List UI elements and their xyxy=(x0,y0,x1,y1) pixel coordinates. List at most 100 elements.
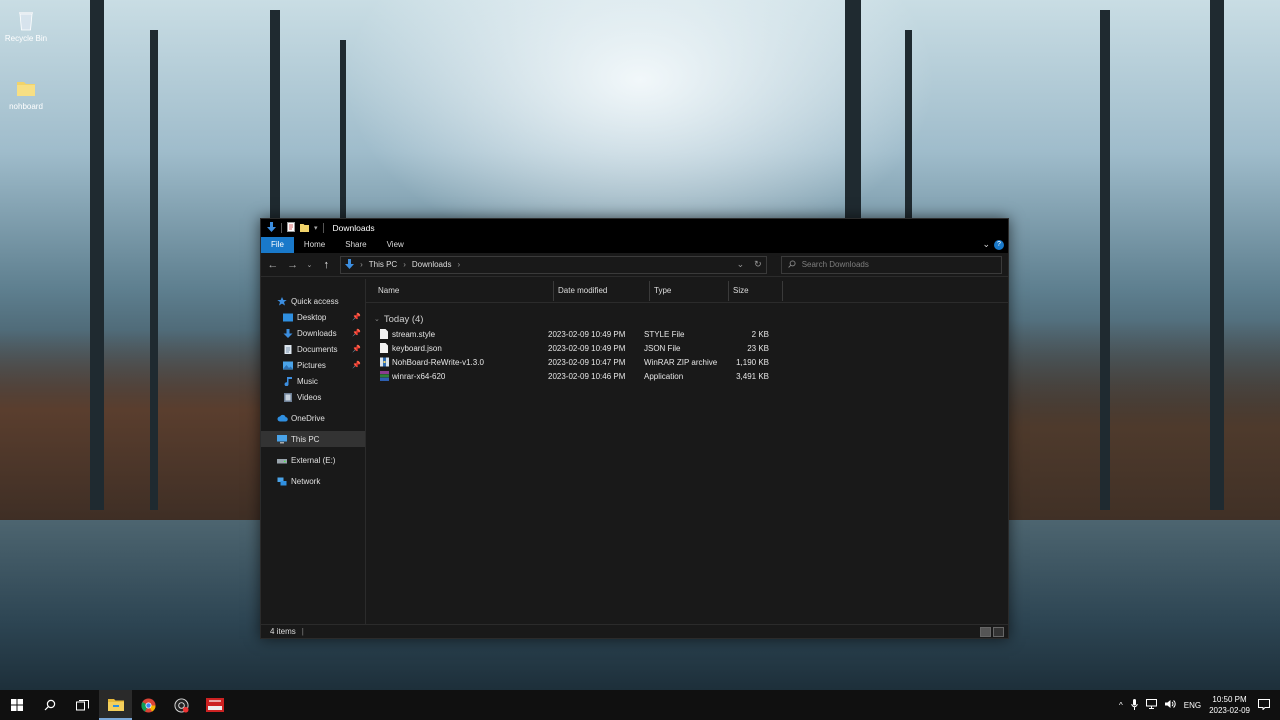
recent-locations-chevron-icon[interactable]: ⌄ xyxy=(306,261,312,269)
file-row[interactable]: keyboard.json 2023-02-09 10:49 PM JSON F… xyxy=(366,341,1008,355)
search-box[interactable]: Search Downloads xyxy=(780,255,1003,274)
sidebar-item-label: Downloads xyxy=(297,328,337,338)
search-button[interactable] xyxy=(33,690,66,720)
tab-home[interactable]: Home xyxy=(294,237,335,253)
breadcrumb-downloads[interactable]: Downloads xyxy=(412,260,452,269)
folder-icon xyxy=(107,698,124,711)
new-folder-icon[interactable] xyxy=(300,223,309,234)
ribbon-tabs: File Home Share View ⌄ ? xyxy=(261,237,1008,253)
notifications-icon[interactable] xyxy=(1258,698,1270,712)
column-headers: Name Date modified Type Size xyxy=(366,279,1008,303)
music-note-icon xyxy=(283,376,293,386)
breadcrumb-chevron-icon: › xyxy=(403,260,406,269)
tab-file[interactable]: File xyxy=(261,237,294,253)
taskbar-obs-app[interactable] xyxy=(165,690,198,720)
file-type: JSON File xyxy=(644,343,681,353)
task-view-button[interactable] xyxy=(66,690,99,720)
tab-view[interactable]: View xyxy=(377,237,414,253)
navigation-pane: Quick access Desktop 📌 Downloads 📌 Docum… xyxy=(261,279,366,624)
sidebar-item-desktop[interactable]: Desktop 📌 xyxy=(261,309,365,325)
file-size: 23 KB xyxy=(747,343,769,353)
clock[interactable]: 10:50 PM 2023-02-09 xyxy=(1209,694,1250,716)
taskbar: ^ ENG 10:50 PM 2023-02-09 xyxy=(0,690,1280,720)
sidebar-item-network[interactable]: Network xyxy=(261,473,365,489)
wallpaper-tree xyxy=(90,0,104,510)
drive-icon xyxy=(277,456,287,465)
details-view-button[interactable] xyxy=(980,627,991,637)
sidebar-item-label: External (E:) xyxy=(291,455,336,465)
file-date: 2023-02-09 10:49 PM xyxy=(548,329,626,339)
help-icon[interactable]: ? xyxy=(994,239,1004,250)
file-row[interactable]: winrar-x64-620 2023-02-09 10:46 PM Appli… xyxy=(366,369,1008,383)
file-row[interactable]: stream.style 2023-02-09 10:49 PM STYLE F… xyxy=(366,327,1008,341)
properties-icon[interactable] xyxy=(287,222,295,234)
taskbar-nohboard-app[interactable] xyxy=(198,690,231,720)
file-date: 2023-02-09 10:49 PM xyxy=(548,343,626,353)
recycle-bin-icon xyxy=(14,8,38,32)
navigation-bar: ← → ⌄ ↑ › This PC › Downloads › ⌄ ↻ Sear… xyxy=(261,253,1008,277)
file-name: winrar-x64-620 xyxy=(392,371,446,381)
column-header-type[interactable]: Type xyxy=(650,280,729,301)
breadcrumb-this-pc[interactable]: This PC xyxy=(369,260,397,269)
sidebar-item-label: Videos xyxy=(297,392,322,402)
downloads-arrow-icon xyxy=(267,222,276,234)
pin-icon: 📌 xyxy=(352,314,361,321)
column-header-name[interactable]: Name xyxy=(374,280,554,301)
file-size: 2 KB xyxy=(751,329,769,339)
back-arrow-icon[interactable]: ← xyxy=(267,259,279,271)
sidebar-item-downloads[interactable]: Downloads 📌 xyxy=(261,325,365,341)
downloads-arrow-icon xyxy=(283,328,293,338)
address-history-chevron-icon[interactable]: ⌄ xyxy=(737,259,745,270)
up-arrow-icon[interactable]: ↑ xyxy=(320,259,332,271)
breadcrumb-chevron-icon: › xyxy=(457,260,461,269)
network-status-icon[interactable] xyxy=(1145,699,1157,711)
show-hidden-icons-chevron-icon[interactable]: ^ xyxy=(1119,701,1123,710)
sidebar-item-this-pc[interactable]: This PC xyxy=(261,431,365,447)
folder-icon xyxy=(14,76,38,100)
sidebar-item-music[interactable]: Music xyxy=(261,373,365,389)
tab-share[interactable]: Share xyxy=(335,237,376,253)
clock-date: 2023-02-09 xyxy=(1209,706,1250,715)
file-list-pane: Name Date modified Type Size ⌄ Today (4)… xyxy=(366,279,1008,624)
documents-icon xyxy=(283,344,293,354)
input-language[interactable]: ENG xyxy=(1184,701,1201,710)
title-bar: ▾ Downloads xyxy=(261,219,1008,237)
microphone-icon[interactable] xyxy=(1131,698,1138,712)
sidebar-item-pictures[interactable]: Pictures 📌 xyxy=(261,357,365,373)
sidebar-item-label: OneDrive xyxy=(291,413,325,423)
file-size: 3,491 KB xyxy=(736,371,769,381)
pin-icon: 📌 xyxy=(352,330,361,337)
desktop-icon-label: Recycle Bin xyxy=(4,34,48,43)
large-icons-view-button[interactable] xyxy=(993,627,1004,637)
sidebar-item-documents[interactable]: Documents 📌 xyxy=(261,341,365,357)
divider xyxy=(281,223,282,233)
winrar-installer-icon xyxy=(380,371,389,381)
group-header-today[interactable]: ⌄ Today (4) xyxy=(366,303,1008,327)
forward-arrow-icon[interactable]: → xyxy=(287,259,299,271)
volume-icon[interactable] xyxy=(1164,699,1176,711)
taskbar-file-explorer[interactable] xyxy=(99,690,132,720)
network-icon xyxy=(277,477,287,486)
address-bar[interactable]: › This PC › Downloads › ⌄ ↻ xyxy=(340,255,767,274)
column-header-size[interactable]: Size xyxy=(729,280,783,301)
sidebar-item-videos[interactable]: Videos xyxy=(261,389,365,405)
sidebar-item-onedrive[interactable]: OneDrive xyxy=(261,410,365,426)
collapse-chevron-icon: ⌄ xyxy=(374,316,380,323)
column-header-date-modified[interactable]: Date modified xyxy=(554,280,650,301)
taskbar-chrome[interactable] xyxy=(132,690,165,720)
desktop-icon-recycle-bin[interactable]: Recycle Bin xyxy=(4,8,48,43)
file-type: Application xyxy=(644,371,684,381)
start-button[interactable] xyxy=(0,690,33,720)
refresh-icon[interactable]: ↻ xyxy=(754,259,762,270)
wallpaper-tree xyxy=(1210,0,1224,510)
item-count: 4 items xyxy=(270,627,296,636)
sidebar-item-label: Quick access xyxy=(291,296,339,306)
chevron-down-icon[interactable]: ▾ xyxy=(314,224,318,232)
file-row[interactable]: NohBoard-ReWrite-v1.3.0 2023-02-09 10:47… xyxy=(366,355,1008,369)
desktop-icon-nohboard[interactable]: nohboard xyxy=(4,76,48,111)
sidebar-item-external-drive[interactable]: External (E:) xyxy=(261,452,365,468)
expand-ribbon-icon[interactable]: ⌄ xyxy=(982,239,990,250)
sidebar-item-quick-access[interactable]: Quick access xyxy=(261,293,365,309)
file-date: 2023-02-09 10:47 PM xyxy=(548,357,626,367)
file-name: stream.style xyxy=(392,329,436,339)
